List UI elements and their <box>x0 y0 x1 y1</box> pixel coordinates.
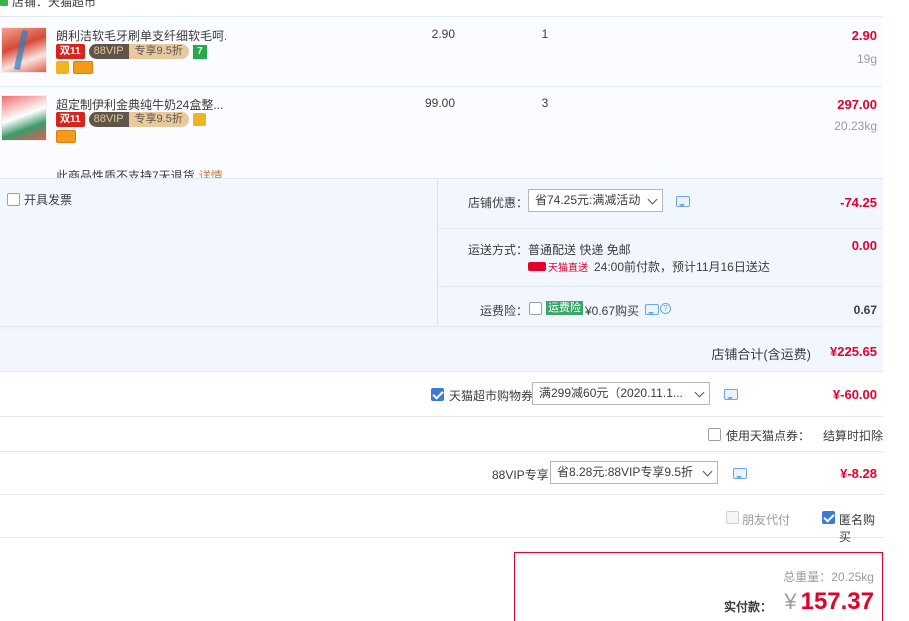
coupon-icon <box>192 113 206 126</box>
vip-label: 88VIP专享 <box>492 468 549 482</box>
pay-label: 实付款： <box>723 600 772 614</box>
invoice-checkbox[interactable] <box>7 193 20 206</box>
chevron-down-icon <box>647 194 658 205</box>
quantity: 3 <box>541 96 549 110</box>
shipping-eta: 24:00前付款，预计11月16日送达 <box>594 260 770 274</box>
anonymous-checkbox[interactable] <box>822 511 835 524</box>
shop-total-value: ¥225.65 <box>830 344 877 359</box>
vip-tag: 88VIP 专享9.5折 <box>88 44 189 59</box>
help-icon[interactable]: ? <box>660 303 671 314</box>
insurance-price: ¥0.67购买 <box>585 304 640 318</box>
item-weight: 19g <box>856 52 877 66</box>
insurance-checkbox[interactable] <box>529 302 542 315</box>
shop-header: 店铺：天猫超市 <box>0 0 97 9</box>
insurance-tag: 运费险 <box>546 301 583 315</box>
double11-tag: 双11 <box>56 112 85 127</box>
card-icon <box>73 61 93 74</box>
insurance-label: 运费险： <box>479 304 528 318</box>
shop-icon <box>0 0 8 6</box>
quantity: 1 <box>541 27 549 41</box>
shipping-method: 普通配送 快递 免邮 <box>528 243 631 257</box>
order-options-panel: 开具发票 店铺优惠： 省74.25元:满减活动 -74.25 运送方式： 普通配… <box>0 178 883 327</box>
tmall-direct-icon: 天猫直送 <box>528 259 588 274</box>
coupon-row: 天猫超市购物券 满299减60元（2020.11.1... ¥-60.00 <box>0 372 883 417</box>
vip-row: 88VIP专享 省8.28元:88VIP专享9.5折 ¥-8.28 <box>0 452 883 495</box>
card-icon <box>56 130 76 143</box>
item-weight: 20.23kg <box>834 119 877 133</box>
seven-day-return-icon: 7 <box>192 44 207 59</box>
insurance-amount: 0.67 <box>853 303 877 317</box>
item-subtotal: 2.90 <box>851 28 877 43</box>
promo-tags: 双11 88VIP 专享9.5折 <box>56 112 206 127</box>
list-item: 超定制伊利金典纯牛奶24盒整... 双11 88VIP 专享9.5折 99.00 … <box>0 87 883 183</box>
coupon-label: 天猫超市购物券 <box>449 389 534 403</box>
discount-select[interactable]: 省74.25元:满减活动 <box>528 189 663 212</box>
product-thumbnail[interactable] <box>1 27 47 73</box>
product-thumbnail[interactable] <box>1 95 47 141</box>
vip-amount: ¥-8.28 <box>840 466 877 481</box>
message-icon[interactable] <box>733 468 747 479</box>
shipping-insurance-row: 运费险： 运费险 ¥0.67购买 ? 0.67 <box>438 287 883 327</box>
total-weight: 总重量：20.25kg <box>783 570 874 584</box>
points-checkbox[interactable] <box>708 428 721 441</box>
item-list: 朗利洁软毛牙刷单支纤细软毛呵... 双11 88VIP 专享9.5折 7 2.90… <box>0 16 883 183</box>
shop-total-label: 店铺合计(含运费) <box>711 347 811 362</box>
points-deduct-note: 结算时扣除 <box>822 429 883 443</box>
shipping-amount: 0.00 <box>851 238 877 253</box>
coupon-amount: ¥-60.00 <box>832 387 877 402</box>
shop-total-row: 店铺合计(含运费) ¥225.65 <box>0 326 883 372</box>
message-icon[interactable] <box>645 304 659 315</box>
vip-tag: 88VIP 专享9.5折 <box>88 112 189 127</box>
discount-label: 店铺优惠： <box>467 196 528 210</box>
friend-pay-label: 朋友代付 <box>742 513 791 527</box>
item-subtotal: 297.00 <box>837 97 877 112</box>
product-title[interactable]: 朗利洁软毛牙刷单支纤细软毛呵... <box>56 27 226 44</box>
coupon-checkbox[interactable] <box>431 388 444 401</box>
payment-summary: 总重量：20.25kg 实付款： ¥157.37 <box>514 552 883 621</box>
double11-tag: 双11 <box>56 44 85 59</box>
promo-tags: 双11 88VIP 专享9.5折 7 <box>56 44 207 59</box>
unit-price: 2.90 <box>431 27 455 41</box>
friend-pay-checkbox[interactable] <box>726 511 739 524</box>
chevron-down-icon <box>702 466 713 477</box>
service-icons <box>56 130 76 143</box>
shop-label: 店铺：天猫超市 <box>12 0 97 9</box>
invoice-label: 开具发票 <box>24 193 73 207</box>
unit-price: 99.00 <box>424 96 455 110</box>
shipping-row: 运送方式： 普通配送 快递 免邮 天猫直送 24:00前付款，预计11月16日送… <box>438 229 883 287</box>
coupon-select[interactable]: 满299减60元（2020.11.1... <box>532 382 710 405</box>
shipping-label: 运送方式： <box>467 243 528 257</box>
invoice-option[interactable]: 开具发票 <box>7 191 72 208</box>
service-icons <box>56 61 93 74</box>
shipping-eta-line: 天猫直送 24:00前付款，预计11月16日送达 <box>528 258 770 275</box>
message-icon[interactable] <box>676 196 690 207</box>
points-row: 使用天猫点券： 结算时扣除 <box>0 417 883 452</box>
list-item: 朗利洁软毛牙刷单支纤细软毛呵... 双11 88VIP 专享9.5折 7 2.90… <box>0 17 883 87</box>
pay-amount: ¥157.37 <box>784 588 874 615</box>
shop-discount-row: 店铺优惠： 省74.25元:满减活动 -74.25 <box>438 179 883 229</box>
payment-options-row: 朋友代付 匿名购买 <box>0 495 883 544</box>
discount-amount: -74.25 <box>840 195 877 210</box>
anonymous-label: 匿名购买 <box>839 513 876 544</box>
coupon-icon <box>56 61 69 74</box>
vip-select[interactable]: 省8.28元:88VIP专享9.5折 <box>550 461 718 484</box>
points-label: 使用天猫点券： <box>726 429 811 443</box>
message-icon[interactable] <box>724 389 738 400</box>
chevron-down-icon <box>694 387 705 398</box>
product-title[interactable]: 超定制伊利金典纯牛奶24盒整... <box>56 96 226 113</box>
